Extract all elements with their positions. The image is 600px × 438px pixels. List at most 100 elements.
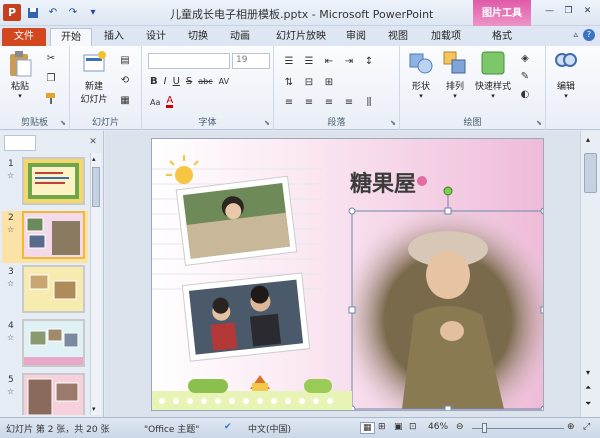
scroll-thumb[interactable] — [584, 153, 597, 193]
thumbnail-2[interactable]: 2 ☆ — [2, 211, 88, 263]
align-center-icon[interactable]: ≡ — [302, 96, 316, 108]
font-launcher-icon[interactable]: ⬊ — [264, 119, 270, 127]
line-spacing-icon[interactable]: ↕ — [362, 55, 376, 67]
slideshow-icon[interactable]: ⊡ — [409, 422, 417, 432]
align-left-icon[interactable]: ≡ — [282, 96, 296, 108]
tab-addins[interactable]: 加载项 — [422, 28, 470, 46]
restore-icon[interactable]: ❐ — [560, 3, 577, 18]
tab-file[interactable]: 文件 — [2, 28, 46, 46]
quick-styles-button[interactable]: 快速样式 ▾ — [472, 50, 514, 100]
align-right-icon[interactable]: ≡ — [322, 96, 336, 108]
reset-icon[interactable]: ⟲ — [118, 74, 132, 86]
increase-indent-icon[interactable]: ⇥ — [342, 55, 356, 67]
zoom-in-icon[interactable]: ⊕ — [567, 422, 575, 432]
char-spacing-button[interactable]: AV — [219, 77, 229, 86]
align-text-icon[interactable]: ⊟ — [302, 76, 316, 88]
animation-star-icon: ☆ — [7, 171, 15, 180]
shape-outline-icon[interactable]: ✎ — [518, 70, 532, 82]
numbering-icon[interactable]: ☰ — [302, 55, 316, 67]
bold-button[interactable]: B — [150, 76, 158, 87]
next-slide-icon[interactable]: ⏷ — [585, 399, 591, 409]
theme-name[interactable]: "Office 主题" — [144, 422, 199, 435]
language[interactable]: 中文(中国) — [248, 422, 291, 435]
shape-effects-icon[interactable]: ◐ — [518, 88, 532, 100]
thumbnail-1[interactable]: 1 ☆ — [2, 157, 88, 209]
slide-editor: 糖果屋 — [105, 131, 580, 417]
minimize-ribbon-icon[interactable]: ▵ — [573, 30, 578, 40]
justify-icon[interactable]: ≡ — [342, 96, 356, 108]
tab-home[interactable]: 开始 — [50, 28, 92, 46]
slide-scrollbar[interactable]: ▴ ▾ ⏶ ⏷ — [580, 131, 600, 417]
italic-button[interactable]: I — [164, 76, 167, 87]
shapes-button[interactable]: 形状 ▾ — [406, 50, 436, 100]
text-direction-icon[interactable]: ⇅ — [282, 76, 296, 88]
decrease-indent-icon[interactable]: ⇤ — [322, 55, 336, 67]
normal-view-icon[interactable]: ▦ — [360, 422, 375, 434]
help-icon[interactable]: ? — [583, 29, 595, 41]
drawing-launcher-icon[interactable]: ⬊ — [536, 119, 542, 127]
thumbnail-3[interactable]: 3 ☆ — [2, 265, 88, 317]
tab-slideshow[interactable]: 幻灯片放映 — [266, 28, 336, 46]
thumbnail-5[interactable]: 5 ☆ — [2, 373, 88, 415]
redo-icon[interactable]: ↷ — [65, 5, 81, 21]
tab-design[interactable]: 设计 — [138, 28, 174, 46]
underline-button[interactable]: U — [173, 76, 180, 87]
arrange-button[interactable]: 排列 ▾ — [440, 50, 470, 100]
scroll-up-icon[interactable]: ▴ — [92, 155, 96, 163]
powerpoint-logo-icon[interactable]: P — [3, 4, 21, 21]
strikethrough-button[interactable]: abc — [198, 77, 212, 86]
close-panel-icon[interactable]: ✕ — [86, 135, 100, 151]
scroll-up-icon[interactable]: ▴ — [586, 135, 590, 144]
change-case-button[interactable]: Aa — [150, 98, 160, 107]
layout-icon[interactable]: ▤ — [118, 54, 132, 66]
drawing-group-label: 绘图 — [463, 118, 482, 128]
scroll-thumb[interactable] — [92, 167, 100, 207]
tab-transitions[interactable]: 切换 — [180, 28, 216, 46]
clipboard-group: 粘贴 ▾ ✂ ❐ 剪贴板 ⬊ — [0, 46, 70, 130]
tab-animations[interactable]: 动画 — [222, 28, 258, 46]
undo-icon[interactable]: ↶ — [45, 5, 61, 21]
zoom-slider-thumb[interactable] — [482, 423, 487, 433]
font-style-row: B I U S abc AV — [150, 76, 229, 87]
paragraph-launcher-icon[interactable]: ⬊ — [390, 119, 396, 127]
scroll-down-icon[interactable]: ▾ — [92, 405, 96, 413]
tab-view[interactable]: 视图 — [380, 28, 416, 46]
smartart-icon[interactable]: ⊞ — [322, 76, 336, 88]
tab-review[interactable]: 审阅 — [338, 28, 374, 46]
spellcheck-icon[interactable]: ✔ — [224, 422, 232, 432]
scroll-down-icon[interactable]: ▾ — [586, 368, 590, 377]
font-name-combo[interactable] — [148, 53, 230, 69]
tab-insert[interactable]: 插入 — [96, 28, 132, 46]
font-color-button[interactable]: A — [166, 96, 174, 108]
tab-format[interactable]: 格式 — [478, 28, 526, 46]
section-icon[interactable]: ▦ — [118, 94, 132, 106]
copy-icon[interactable]: ❐ — [44, 72, 58, 84]
shadow-button[interactable]: S — [186, 76, 192, 87]
previous-slide-icon[interactable]: ⏶ — [585, 383, 591, 393]
new-slide-button[interactable]: 新建 幻灯片 — [74, 50, 114, 105]
tab-slides-thumbnails[interactable] — [4, 135, 36, 151]
reading-view-icon[interactable]: ▣ — [394, 422, 403, 432]
thumbnails-scrollbar[interactable]: ▴ ▾ — [90, 153, 101, 415]
format-painter-icon[interactable] — [44, 92, 58, 104]
find-icon — [553, 50, 579, 76]
font-size-combo[interactable]: 19 — [232, 53, 270, 69]
close-icon[interactable]: ✕ — [579, 3, 596, 18]
clipboard-launcher-icon[interactable]: ⬊ — [60, 119, 66, 127]
minimize-icon[interactable]: — — [541, 3, 558, 18]
thumbnail-4[interactable]: 4 ☆ — [2, 319, 88, 371]
ribbon: 粘贴 ▾ ✂ ❐ 剪贴板 ⬊ 新建 幻灯片 ▤ ⟲ ▦ 幻灯片 19 B I U… — [0, 46, 600, 130]
zoom-out-icon[interactable]: ⊖ — [456, 422, 464, 432]
columns-icon[interactable]: ⫼ — [362, 96, 376, 108]
cut-icon[interactable]: ✂ — [44, 52, 58, 64]
fit-to-window-icon[interactable]: ⤢ — [583, 422, 590, 432]
slide-sorter-icon[interactable]: ⊞ — [378, 422, 386, 432]
zoom-level[interactable]: 46% — [428, 422, 448, 432]
paste-button[interactable]: 粘贴 ▾ — [6, 50, 34, 100]
save-icon[interactable] — [25, 5, 41, 21]
bullets-icon[interactable]: ☰ — [282, 55, 296, 67]
tab-outline[interactable] — [38, 135, 70, 151]
editing-button[interactable]: 编辑 ▾ — [552, 50, 580, 100]
qat-customize-icon[interactable]: ▾ — [85, 5, 101, 21]
shape-fill-icon[interactable]: ◈ — [518, 52, 532, 64]
